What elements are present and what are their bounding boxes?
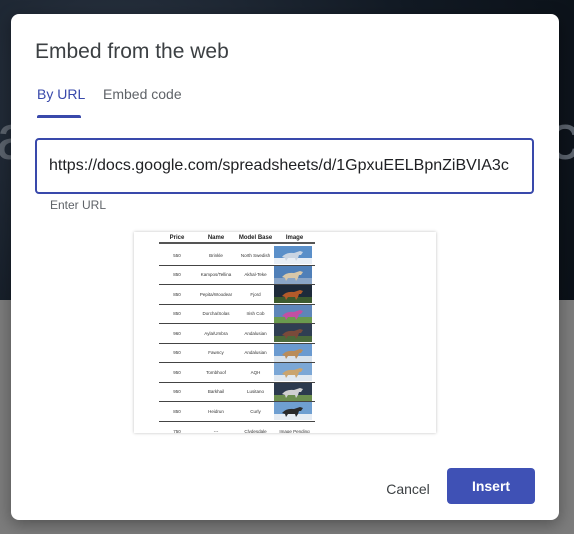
preview-row: 950 Barkhail Lusitano	[159, 382, 315, 402]
preview-row: 850 Dorcha/Solas Irish Cob	[159, 304, 315, 324]
header-name: Name	[207, 234, 225, 241]
cell-image	[274, 402, 315, 421]
embed-dialog: Embed from the web By URL Embed code Ent…	[11, 14, 559, 520]
active-tab-indicator	[37, 115, 81, 118]
tab-by-url[interactable]: By URL	[37, 86, 85, 102]
insert-button[interactable]: Insert	[447, 468, 535, 504]
horse-image	[274, 324, 312, 343]
cell-price: 850	[173, 408, 181, 414]
cell-image	[274, 382, 315, 401]
horse-image	[274, 285, 312, 304]
cell-price: 950	[173, 350, 181, 356]
cell-image	[274, 363, 315, 382]
cell-price: 750	[173, 428, 181, 433]
cell-image: Image Pending	[279, 428, 310, 433]
url-input[interactable]	[35, 138, 534, 194]
cell-name: Dorcha/Solas	[202, 311, 230, 317]
preview-row: 850 Heidrun Curly	[159, 402, 315, 422]
cell-price: 850	[173, 311, 181, 317]
preview-table-header: Price Name Model Base Image	[159, 233, 315, 242]
cell-image	[274, 343, 315, 362]
cell-price: 960	[173, 330, 181, 336]
cell-name: ---	[213, 428, 219, 433]
cell-model-base: Andalusian	[244, 330, 267, 336]
preview-rows: 550 Brinkle North Swedish 850 Kampos/Tellina…	[159, 246, 315, 433]
cell-name: Pepita/Woodear	[199, 291, 233, 297]
cell-image	[274, 304, 315, 323]
header-image: Image	[285, 234, 304, 241]
header-price: Price	[169, 234, 185, 241]
cell-image	[274, 324, 315, 343]
cancel-button[interactable]: Cancel	[375, 471, 441, 507]
url-helper-text: Enter URL	[50, 198, 107, 212]
horse-image	[274, 246, 312, 265]
cell-name: Fawncy	[208, 350, 224, 356]
cell-name: Brinkle	[209, 252, 223, 258]
cell-name: Tombhoof	[206, 369, 226, 375]
cell-price: 850	[173, 291, 181, 297]
horse-image	[274, 402, 312, 421]
preview-row: 960 Ayla/Umbra Andalusian	[159, 324, 315, 344]
horse-image	[274, 382, 312, 401]
cell-model-base: AQH	[250, 369, 261, 375]
cell-model-base: Clydesdale	[244, 428, 267, 433]
cell-price: 950	[173, 369, 181, 375]
header-model-base: Model Base	[238, 234, 273, 241]
cell-image	[274, 285, 315, 304]
preview-row: 950 Tombhoof AQH	[159, 363, 315, 383]
cell-model-base: North Swedish	[240, 252, 271, 258]
cell-model-base: Curly	[250, 408, 261, 414]
cell-image	[274, 265, 315, 284]
embed-preview: Price Name Model Base Image 550 Brinkle No…	[134, 232, 436, 433]
preview-table: Price Name Model Base Image 550 Brinkle No…	[159, 233, 315, 433]
cell-name: Kampos/Tellina	[200, 272, 232, 278]
cell-price: 950	[173, 389, 181, 395]
cell-model-base: Akhal-Teke	[244, 272, 267, 278]
cell-model-base: Fjord	[250, 291, 261, 297]
cell-model-base: Irish Cob	[246, 311, 265, 317]
preview-row: 950 Fawncy Andalusian	[159, 343, 315, 363]
dialog-title: Embed from the web	[35, 40, 229, 63]
cell-model-base: Andalusian	[244, 350, 267, 356]
preview-row: 850 Pepita/Woodear Fjord	[159, 285, 315, 305]
cell-model-base: Lusitano	[246, 389, 264, 395]
cell-name: Barkhail	[207, 389, 225, 395]
cell-price: 850	[173, 272, 181, 278]
cell-price: 550	[173, 252, 181, 258]
horse-image	[274, 343, 312, 362]
preview-row: 850 Kampos/Tellina Akhal-Teke	[159, 265, 315, 285]
cell-name: Ayla/Umbra	[204, 330, 228, 336]
horse-image	[274, 304, 312, 323]
cell-name: Heidrun	[208, 408, 224, 414]
horse-image	[274, 265, 312, 284]
preview-row: 550 Brinkle North Swedish	[159, 246, 315, 266]
header-divider	[159, 242, 315, 244]
preview-row: 750 --- Clydesdale Image Pending	[159, 422, 315, 433]
horse-image	[274, 363, 312, 382]
cell-image	[274, 246, 315, 265]
tab-embed-code[interactable]: Embed code	[103, 86, 182, 102]
